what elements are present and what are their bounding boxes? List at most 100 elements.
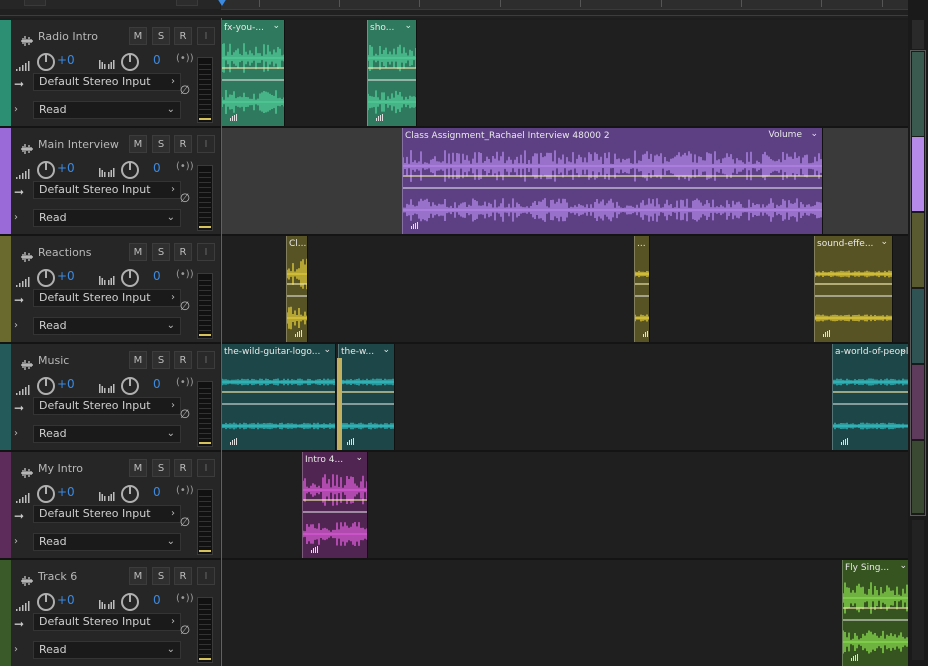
stereo-icon[interactable]: (•)) bbox=[176, 53, 194, 64]
selection-range[interactable] bbox=[823, 128, 908, 234]
phase-invert-icon[interactable]: ∅ bbox=[177, 190, 193, 206]
input-select[interactable]: Default Stereo Input › bbox=[33, 505, 181, 523]
record-arm-button[interactable]: R bbox=[174, 27, 192, 45]
expand-chevron-icon[interactable]: › bbox=[14, 212, 18, 223]
automation-mode-select[interactable]: Read ⌄ bbox=[33, 209, 181, 227]
pan-value[interactable]: 0 bbox=[153, 161, 161, 175]
clip-menu-chevron-icon[interactable]: ⌄ bbox=[404, 21, 412, 31]
selection-range[interactable] bbox=[221, 128, 402, 234]
pan-knob[interactable] bbox=[121, 53, 139, 71]
mute-button[interactable]: M bbox=[129, 135, 147, 153]
audio-clip[interactable]: ... bbox=[634, 236, 650, 342]
expand-chevron-icon[interactable]: › bbox=[14, 428, 18, 439]
automation-mode-select[interactable]: Read ⌄ bbox=[33, 317, 181, 335]
overview-viewport-frame[interactable] bbox=[910, 50, 926, 516]
mute-button[interactable]: M bbox=[129, 243, 147, 261]
volume-knob[interactable] bbox=[37, 593, 55, 611]
track-lane[interactable]: Class Assignment_Rachael Interview 48000… bbox=[221, 128, 908, 234]
volume-value[interactable]: +0 bbox=[57, 485, 75, 499]
stereo-icon[interactable]: (•)) bbox=[176, 485, 194, 496]
mute-button[interactable]: M bbox=[129, 27, 147, 45]
stereo-icon[interactable]: (•)) bbox=[176, 593, 194, 604]
track-lane[interactable]: fx-you-... ⌄ sho... ⌄ bbox=[221, 20, 908, 126]
stereo-icon[interactable]: (•)) bbox=[176, 269, 194, 280]
record-arm-button[interactable]: R bbox=[174, 135, 192, 153]
input-monitor-button[interactable]: I bbox=[197, 351, 215, 369]
volume-value[interactable]: +0 bbox=[57, 53, 75, 67]
solo-button[interactable]: S bbox=[152, 351, 170, 369]
track-name[interactable]: Track 6 bbox=[38, 570, 77, 584]
playhead-line[interactable] bbox=[221, 18, 222, 666]
track-lane[interactable]: the-wild-guitar-logo... ⌄ the-w... ⌄ a-wor… bbox=[221, 344, 908, 450]
track-name[interactable]: Radio Intro bbox=[38, 30, 98, 44]
volume-knob[interactable] bbox=[37, 53, 55, 71]
track-name[interactable]: Music bbox=[38, 354, 69, 368]
clip-menu-chevron-icon[interactable]: ⌄ bbox=[899, 345, 907, 355]
audio-clip[interactable]: Intro 4... ⌄ bbox=[302, 452, 368, 558]
audio-clip[interactable]: fx-you-... ⌄ bbox=[221, 20, 285, 126]
audio-clip[interactable]: a-world-of-people ⌄ bbox=[832, 344, 908, 450]
mute-button[interactable]: M bbox=[129, 351, 147, 369]
phase-invert-icon[interactable]: ∅ bbox=[177, 622, 193, 638]
track-lane[interactable]: Fly Sing... ⌄ bbox=[221, 560, 908, 666]
track-name[interactable]: Main Interview bbox=[38, 138, 119, 152]
clip-menu-chevron-icon[interactable]: ⌄ bbox=[899, 561, 907, 571]
volume-knob[interactable] bbox=[37, 485, 55, 503]
input-monitor-button[interactable]: I bbox=[197, 459, 215, 477]
input-select[interactable]: Default Stereo Input › bbox=[33, 289, 181, 307]
clip-menu-chevron-icon[interactable]: ⌄ bbox=[355, 453, 363, 463]
input-monitor-button[interactable]: I bbox=[197, 135, 215, 153]
audio-clip[interactable]: Fly Sing... ⌄ bbox=[842, 560, 908, 666]
input-monitor-button[interactable]: I bbox=[197, 27, 215, 45]
expand-chevron-icon[interactable]: › bbox=[14, 536, 18, 547]
input-monitor-button[interactable]: I bbox=[197, 567, 215, 585]
audio-clip[interactable]: sho... ⌄ bbox=[367, 20, 417, 126]
solo-button[interactable]: S bbox=[152, 459, 170, 477]
clip-volume-label[interactable]: Volume bbox=[769, 130, 802, 140]
audio-clip[interactable]: the-wild-guitar-logo... ⌄ bbox=[221, 344, 336, 450]
phase-invert-icon[interactable]: ∅ bbox=[177, 406, 193, 422]
pan-knob[interactable] bbox=[121, 593, 139, 611]
track-header[interactable]: Radio Intro MSRI +0 0 (•)) ➞ Default Ste… bbox=[11, 20, 220, 126]
track-header[interactable]: My Intro MSRI +0 0 (•)) ➞ Default Stereo… bbox=[11, 452, 220, 558]
vertical-overview-scrollbar[interactable] bbox=[908, 0, 928, 666]
volume-value[interactable]: +0 bbox=[57, 269, 75, 283]
pan-value[interactable]: 0 bbox=[153, 377, 161, 391]
volume-knob[interactable] bbox=[37, 269, 55, 287]
pan-value[interactable]: 0 bbox=[153, 593, 161, 607]
mute-button[interactable]: M bbox=[129, 459, 147, 477]
phase-invert-icon[interactable]: ∅ bbox=[177, 82, 193, 98]
audio-clip[interactable]: the-w... ⌄ bbox=[338, 344, 395, 450]
input-select[interactable]: Default Stereo Input › bbox=[33, 613, 181, 631]
pan-knob[interactable] bbox=[121, 377, 139, 395]
volume-value[interactable]: +0 bbox=[57, 161, 75, 175]
track-name[interactable]: My Intro bbox=[38, 462, 83, 476]
playhead-handle-icon[interactable] bbox=[217, 0, 227, 6]
expand-chevron-icon[interactable]: › bbox=[14, 644, 18, 655]
track-header[interactable]: Reactions MSRI +0 0 (•)) ➞ Default Stere… bbox=[11, 236, 220, 342]
expand-chevron-icon[interactable]: › bbox=[14, 320, 18, 331]
audio-clip[interactable]: Cl... bbox=[286, 236, 308, 342]
clip-menu-chevron-icon[interactable]: ⌄ bbox=[810, 129, 818, 139]
ruler-time-band[interactable] bbox=[221, 0, 908, 10]
pan-value[interactable]: 0 bbox=[153, 53, 161, 67]
stereo-icon[interactable]: (•)) bbox=[176, 161, 194, 172]
ruler-control-button[interactable] bbox=[24, 0, 46, 6]
record-arm-button[interactable]: R bbox=[174, 567, 192, 585]
clip-menu-chevron-icon[interactable]: ⌄ bbox=[382, 345, 390, 355]
input-monitor-button[interactable]: I bbox=[197, 243, 215, 261]
phase-invert-icon[interactable]: ∅ bbox=[177, 298, 193, 314]
automation-mode-select[interactable]: Read ⌄ bbox=[33, 101, 181, 119]
record-arm-button[interactable]: R bbox=[174, 243, 192, 261]
volume-knob[interactable] bbox=[37, 161, 55, 179]
automation-mode-select[interactable]: Read ⌄ bbox=[33, 641, 181, 659]
pan-knob[interactable] bbox=[121, 269, 139, 287]
solo-button[interactable]: S bbox=[152, 567, 170, 585]
automation-mode-select[interactable]: Read ⌄ bbox=[33, 425, 181, 443]
clip-menu-chevron-icon[interactable]: ⌄ bbox=[880, 237, 888, 247]
record-arm-button[interactable]: R bbox=[174, 351, 192, 369]
timeline-ruler[interactable] bbox=[0, 0, 928, 18]
track-header[interactable]: Main Interview MSRI +0 0 (•)) ➞ Default … bbox=[11, 128, 220, 234]
pan-value[interactable]: 0 bbox=[153, 269, 161, 283]
solo-button[interactable]: S bbox=[152, 135, 170, 153]
